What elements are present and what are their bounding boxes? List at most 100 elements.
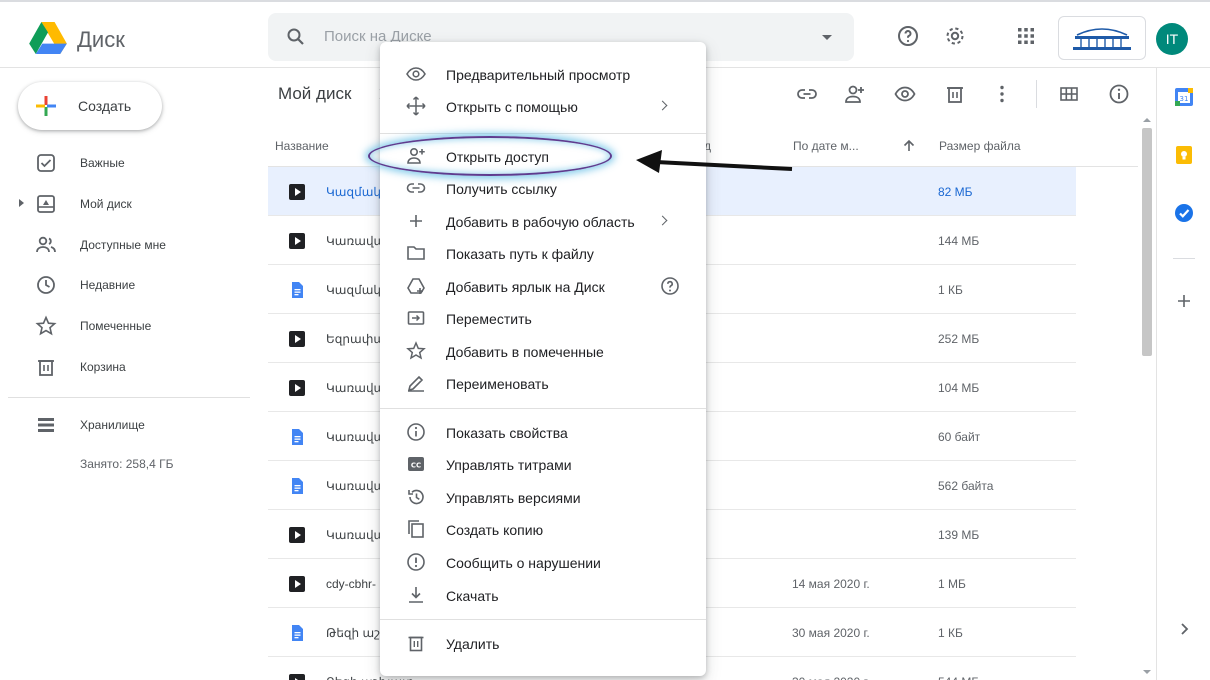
doc-file-icon [292,429,303,445]
grid-view-icon[interactable] [1058,83,1080,105]
nav-item-label: Недавние [80,278,136,292]
menu-item-label: Открыть с помощью [446,99,578,115]
trash-icon[interactable] [944,83,966,105]
file-size: 104 МБ [938,381,980,395]
more-vertical-icon[interactable] [991,83,1013,105]
eye-icon[interactable] [894,83,916,105]
trash-icon [38,360,54,376]
help-icon[interactable] [660,276,680,296]
menu-item-label: Добавить в рабочую область [446,214,635,230]
menu-item-show-file-location[interactable]: Показать путь к файлу [380,237,706,269]
nav-item-recent[interactable]: Недавние [0,267,250,303]
menu-item-manage-versions[interactable]: Управлять версиями [380,481,706,513]
menu-item-move[interactable]: Переместить [380,302,706,334]
file-modified-date: 14 мая 2020 г. [792,577,870,591]
menu-item-preview[interactable]: Предварительный просмотр [380,58,706,90]
report-icon [407,553,425,571]
nav-item-storage[interactable]: Хранилище [0,407,250,443]
nav-item-my-drive[interactable]: Мой диск [0,186,250,222]
file-name: Կազմակ [326,185,381,199]
menu-item-label: Показать путь к файлу [446,246,594,262]
nav-item-label: Хранилище [80,418,145,432]
file-size: 1 КБ [938,626,963,640]
menu-item-rename[interactable]: Переименовать [380,367,706,399]
storage-icon [38,418,54,432]
search-options-icon[interactable] [822,35,832,40]
video-file-icon [289,331,305,347]
context-menu: Предварительный просмотр Открыть с помощ… [368,42,706,676]
file-name: Կառավա [326,234,386,248]
menu-item-add-to-workspace[interactable]: Добавить в рабочую область [380,205,706,237]
scroll-down-icon[interactable] [1143,670,1151,674]
nav-item-trash[interactable]: Корзина [0,349,250,385]
sort-ascending-arrow-icon[interactable] [902,139,916,153]
menu-item-make-copy[interactable]: Создать копию [380,513,706,545]
menu-item-report-abuse[interactable]: Сообщить о нарушении [380,546,706,578]
menu-item-label: Сообщить о нарушении [446,555,601,571]
shared-people-icon [36,236,56,253]
account-avatar[interactable]: IT [1156,23,1188,55]
menu-item-label: Добавить в помеченные [446,344,604,360]
file-size: 1 МБ [938,577,966,591]
settings-gear-icon[interactable] [943,24,967,48]
move-arrows-icon [406,96,426,116]
scroll-up-icon[interactable] [1143,118,1151,122]
file-name: Կառավա [326,381,386,395]
add-shortcut-icon [407,278,425,294]
cc-icon: CC [408,457,424,471]
file-modified-date: 30 мая 2020 г. [792,626,870,640]
history-icon [408,489,424,505]
info-icon[interactable] [1108,83,1130,105]
highlight-ellipse-annotation [368,136,612,176]
column-header-size[interactable]: Размер файла [939,139,1021,153]
file-size: 139 МБ [938,528,980,542]
storage-used-text: Занято: 258,4 ГБ [80,457,174,471]
nav-item-priority[interactable]: Важные [0,145,250,181]
vertical-scrollbar[interactable] [1139,114,1155,680]
file-name: Կառավա [326,430,386,444]
breadcrumb[interactable]: Мой диск [278,84,351,104]
keep-notes-icon[interactable] [1173,144,1195,166]
expand-panel-chevron-icon[interactable] [1173,618,1195,640]
menu-item-download[interactable]: Скачать [380,579,706,611]
menu-item-details[interactable]: Показать свойства [380,416,706,448]
create-button[interactable]: Создать [18,82,162,130]
menu-item-delete[interactable]: Удалить [380,627,706,659]
drive-logo-icon[interactable] [28,22,68,54]
menu-item-label: Переименовать [446,376,549,392]
column-header-modified[interactable]: По дате м... [793,139,859,153]
menu-divider [380,619,706,620]
toolbar-divider [1036,80,1037,108]
link-icon[interactable] [796,83,818,105]
building-logo-icon [1073,28,1131,50]
file-name: cdy-cbhr- [326,577,377,591]
column-header-name[interactable]: Название [275,139,329,153]
create-button-label: Создать [78,98,132,114]
add-person-icon[interactable] [844,83,866,105]
file-size: 82 МБ [938,185,973,199]
menu-item-captions[interactable]: CC Управлять титрами [380,448,706,480]
download-icon [409,587,423,603]
nav-item-shared-with-me[interactable]: Доступные мне [0,227,250,263]
menu-item-label: Добавить ярлык на Диск [446,279,605,295]
add-addon-plus-icon[interactable] [1173,290,1195,312]
calendar-icon[interactable]: 31 [1173,86,1195,108]
star-icon [406,341,426,360]
nav-item-starred[interactable]: Помеченные [0,308,250,344]
scrollbar-thumb[interactable] [1142,128,1152,356]
menu-item-add-star[interactable]: Добавить в помеченные [380,335,706,367]
apps-grid-icon[interactable] [1014,24,1038,48]
menu-item-label: Предварительный просмотр [446,67,631,83]
brand-title[interactable]: Диск [77,27,125,53]
menu-item-add-shortcut[interactable]: Добавить ярлык на Диск [380,270,706,302]
menu-item-open-with[interactable]: Открыть с помощью [380,90,706,122]
tasks-icon[interactable] [1173,202,1195,224]
file-size: 544 МБ [938,675,979,680]
menu-item-label: Переместить [446,311,532,327]
organization-logo[interactable] [1058,16,1146,60]
menu-item-label: Создать копию [446,522,544,538]
help-icon[interactable] [896,24,920,48]
expand-arrow-icon[interactable] [19,199,24,207]
folder-icon [407,246,425,260]
search-icon[interactable] [286,27,306,47]
